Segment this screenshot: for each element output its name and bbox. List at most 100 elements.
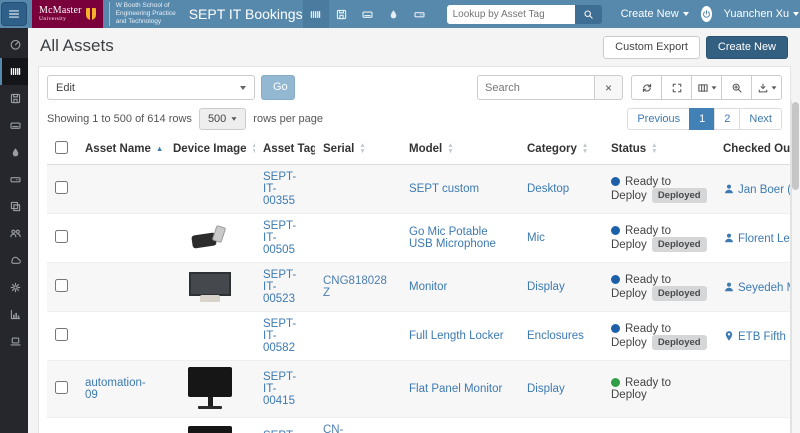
columns-button[interactable] [691, 75, 722, 100]
column-header-label[interactable]: Asset Tag [263, 143, 315, 155]
user-menu[interactable]: Yuanchen Xu [724, 8, 799, 20]
row-checkbox[interactable] [55, 328, 68, 341]
asset-tag-link[interactable]: SEPT-IT-00523 [263, 269, 296, 305]
sidebar-item-asset-models-laptop[interactable] [0, 328, 28, 355]
sidebar-item-reports-chart[interactable] [0, 301, 28, 328]
bulk-actions-select[interactable]: Edit [47, 75, 255, 100]
scrollbar-thumb[interactable] [792, 102, 799, 190]
sidebar-item-dashboard[interactable] [0, 31, 28, 58]
model-link[interactable]: SEPT custom [409, 183, 479, 195]
sidebar-toggle-button[interactable] [1, 2, 27, 26]
device-image[interactable] [187, 272, 233, 302]
model-link[interactable]: Full Length Locker [409, 330, 504, 342]
device-image-cell [165, 312, 255, 361]
category-link[interactable]: Display [527, 383, 565, 395]
select-all-checkbox[interactable] [55, 141, 68, 154]
model-link[interactable]: Go Mic Potable USB Microphone [409, 226, 496, 250]
table-header-row: Asset Name ▲ Device Image ▲▼ Asset Tag ▲▼ Seri… [47, 134, 791, 165]
model-cell: Flat Panel Monitor [401, 361, 519, 418]
model-link[interactable]: Flat Panel Monitor [409, 383, 502, 395]
page-size-select[interactable]: 500 [199, 108, 246, 130]
reports-chart-icon [9, 308, 22, 321]
row-checkbox[interactable] [55, 181, 68, 194]
checked-out-to-link[interactable]: Florent Lefevre-s [738, 233, 791, 245]
sidebar-item-components[interactable] [0, 166, 28, 193]
serial-cell: CNG818028Z [315, 263, 401, 312]
sort-icon[interactable]: ▲▼ [651, 143, 657, 155]
navbar-quick-accessories-icon[interactable] [355, 0, 381, 28]
go-button[interactable]: Go [261, 75, 295, 100]
sidebar-item-consumables[interactable] [0, 139, 28, 166]
pagination-page-1[interactable]: 1 [689, 108, 715, 130]
category-link[interactable]: Desktop [527, 183, 569, 195]
asset-tag-link[interactable]: SEPT-IT-00415 [263, 371, 296, 407]
advanced-search-button[interactable] [721, 75, 752, 100]
sidebar-item-settings-gear[interactable] [0, 274, 28, 301]
column-header-label[interactable]: Category [527, 143, 577, 155]
category-link[interactable]: Display [527, 281, 565, 293]
sort-icon[interactable]: ▲▼ [447, 143, 453, 155]
category-link[interactable]: Mic [527, 232, 545, 244]
device-image[interactable] [188, 367, 232, 411]
sidebar-item-requestable-cloud[interactable] [0, 247, 28, 274]
asset-tag-link[interactable]: SEPT-IT-00505 [263, 220, 296, 256]
navbar-quick-assets-barcode-icon[interactable] [303, 0, 329, 28]
sidebar-item-people[interactable] [0, 220, 28, 247]
sort-icon[interactable]: ▲▼ [582, 143, 588, 155]
column-header-label[interactable]: Serial [323, 143, 354, 155]
row-checkbox[interactable] [55, 279, 68, 292]
model-link[interactable]: Monitor [409, 281, 447, 293]
clear-search-button[interactable]: × [595, 75, 623, 100]
sort-icon[interactable]: ▲▼ [359, 143, 365, 155]
pagination-previous[interactable]: Previous [627, 108, 690, 130]
sort-icon[interactable]: ▲ [156, 146, 163, 153]
logout-power-icon[interactable] [701, 6, 712, 22]
export-button[interactable] [751, 75, 782, 100]
column-header-label[interactable]: Device Image [173, 143, 247, 155]
checked-out-to-link[interactable]: Jan Boer (boerj2) [738, 184, 791, 196]
column-header-label[interactable]: Checked Out To [723, 143, 791, 155]
asset-tag-link[interactable]: SEPT-IT-00355 [263, 171, 296, 207]
column-header: Checked Out To▲▼ [715, 134, 791, 165]
sort-icon[interactable]: ▲▼ [252, 143, 255, 155]
row-checkbox[interactable] [55, 230, 68, 243]
asset-tag-link[interactable]: SEPT-IT-00582 [263, 318, 296, 354]
refresh-button[interactable] [631, 75, 662, 100]
requestable-cloud-icon [9, 254, 22, 267]
device-image-cell [165, 361, 255, 418]
asset-tag-lookup-button[interactable] [575, 5, 602, 24]
create-new-button[interactable]: Create New [706, 36, 788, 59]
column-header-label[interactable]: Asset Name [85, 143, 151, 155]
asset-tag-lookup-input[interactable] [447, 5, 575, 24]
checked-out-to-link[interactable]: Seyedeh Marjan A [738, 282, 791, 294]
navbar-quick-licenses-icon[interactable] [329, 0, 355, 28]
fullscreen-button[interactable] [661, 75, 692, 100]
pagination-page-2[interactable]: 2 [714, 108, 740, 130]
asset-name-link[interactable]: automation-09 [85, 377, 146, 401]
row-checkbox[interactable] [55, 381, 68, 394]
navbar-quick-components-icon[interactable] [407, 0, 433, 28]
device-image[interactable] [190, 226, 230, 250]
pagination-next[interactable]: Next [739, 108, 782, 130]
device-image[interactable] [188, 426, 232, 433]
column-header-label[interactable]: Model [409, 143, 442, 155]
column-header: Device Image ▲▼ [165, 134, 255, 165]
sidebar-item-accessories[interactable] [0, 112, 28, 139]
category-link[interactable]: Enclosures [527, 330, 584, 342]
navbar-create-new-menu[interactable]: Create New [621, 8, 689, 20]
device-image-cell [165, 418, 255, 433]
column-header: Asset Tag ▲▼ [255, 134, 315, 165]
model-cell: Flat Panel Monitor [401, 418, 519, 433]
sidebar-item-licenses[interactable] [0, 85, 28, 112]
custom-export-button[interactable]: Custom Export [603, 36, 700, 59]
checked-out-to-link[interactable]: ETB Fifth Floor [738, 331, 791, 343]
column-header-label[interactable]: Status [611, 143, 646, 155]
assets-table: Asset Name ▲ Device Image ▲▼ Asset Tag ▲▼ Seri… [47, 134, 791, 433]
asset-table-body: SEPT-IT-00355SEPT customDesktopReady to … [47, 165, 791, 433]
navbar-quick-consumables-icon[interactable] [381, 0, 407, 28]
sidebar-item-kits[interactable] [0, 193, 28, 220]
vertical-scrollbar[interactable] [791, 100, 800, 433]
sidebar-item-assets-barcode[interactable] [0, 58, 28, 85]
table-search-input[interactable] [477, 75, 595, 100]
mcmaster-logo[interactable]: McMaster University [32, 0, 103, 28]
